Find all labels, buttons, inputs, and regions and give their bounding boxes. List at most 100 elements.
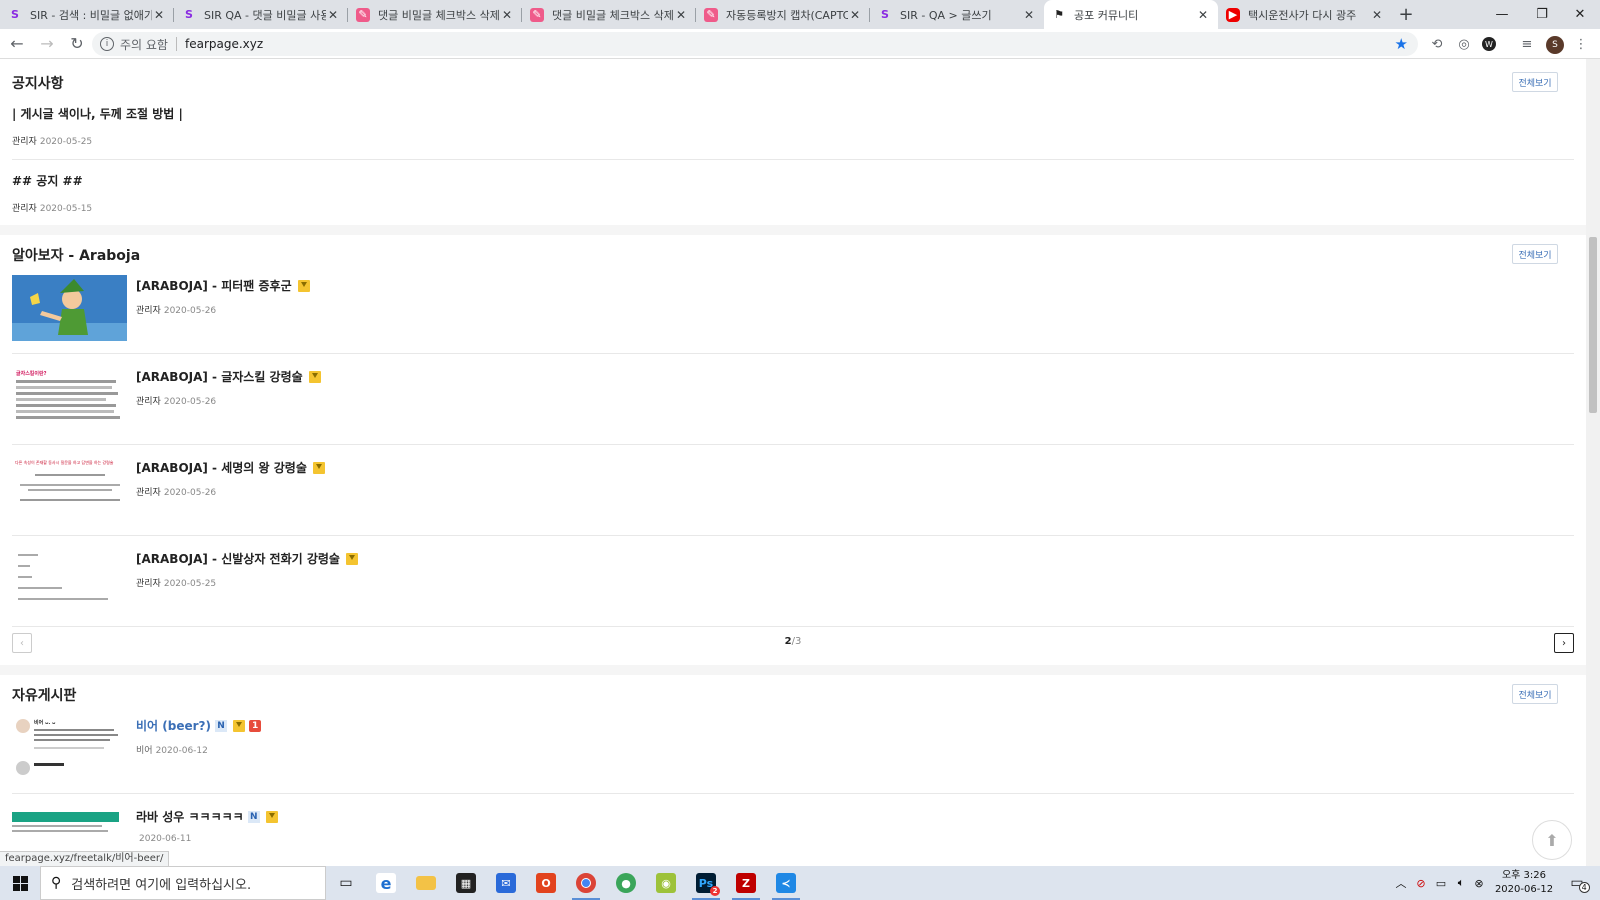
post-thumbnail[interactable]: 글자스킬이란?	[12, 366, 127, 432]
browser-tab[interactable]: S SIR - 검색 : 비밀글 없애기 ✕	[0, 0, 174, 29]
post-card[interactable]: [ARABOJA] - 신발상자 전화기 강령술 관리자 2020-05-25	[12, 548, 1574, 638]
close-icon[interactable]: ✕	[1022, 8, 1036, 22]
security-label[interactable]: 주의 요함	[120, 36, 168, 53]
post-card[interactable]: 비어 ᴗ. ᴗ 비어 (beer?) N 1 비어 2020-06-12	[12, 715, 1574, 805]
menu-dots-icon[interactable]: ⋮	[1572, 35, 1590, 53]
volume-icon[interactable]: 🔈︎	[1452, 866, 1470, 900]
scrollbar-thumb[interactable]	[1589, 237, 1597, 413]
file-explorer-icon[interactable]	[406, 866, 446, 900]
post-card[interactable]: 다른 속성이 존재할 동사시 질문을 하고 답변을 하는 강령술 [ARABOJ…	[12, 457, 1574, 547]
notice-item[interactable]: | 게시글 색이나, 두께 조절 방법 | 관리자 2020-05-25	[12, 105, 1574, 147]
post-title[interactable]: [ARABOJA] - 세명의 왕 강령술	[136, 459, 325, 476]
tab-label: SIR - 검색 : 비밀글 없애기	[30, 8, 152, 22]
notice-title[interactable]: ## 공지 ##	[12, 172, 1574, 189]
filezilla-icon[interactable]: Z	[726, 866, 766, 900]
scroll-to-top-button[interactable]: ⬆	[1532, 820, 1572, 860]
download-icon	[265, 810, 278, 823]
post-date: 2020-05-25	[39, 137, 93, 147]
bookmark-star-icon[interactable]: ★	[1395, 35, 1408, 53]
maps-icon[interactable]: ●	[606, 866, 646, 900]
ime-icon[interactable]: ⊗	[1470, 866, 1488, 900]
kakaotalk-icon[interactable]: ◉	[646, 866, 686, 900]
start-button[interactable]	[0, 866, 40, 900]
minimize-icon[interactable]: —	[1484, 0, 1520, 29]
network-warning-icon[interactable]: ⊘	[1412, 866, 1430, 900]
reload-icon[interactable]: ↻	[64, 31, 90, 57]
post-title[interactable]: [ARABOJA] - 피터팬 증후군	[136, 277, 310, 294]
browser-tab[interactable]: ✎ 댓글 비밀글 체크박스 삭제 ✕	[522, 0, 696, 29]
post-title[interactable]: 라바 성우 ㅋㅋㅋㅋㅋ N	[136, 808, 278, 825]
page-content: 공지사항 전체보기 | 게시글 색이나, 두께 조절 방법 | 관리자 2020-…	[0, 59, 1586, 866]
restore-icon[interactable]: ❐	[1524, 0, 1560, 29]
post-card[interactable]: 글자스킬이란? [ARABOJA] - 글자스킬 강령술 관리자 2020-05-…	[12, 366, 1574, 456]
post-card[interactable]: [ARABOJA] - 피터팬 증후군 관리자 2020-05-26	[12, 275, 1574, 365]
notification-center-icon[interactable]: ▭ 4	[1562, 866, 1592, 900]
new-tab-button[interactable]: +	[1392, 0, 1420, 29]
browser-tab[interactable]: S SIR QA - 댓글 비밀글 사용 ✕	[174, 0, 348, 29]
address-bar[interactable]: i 주의 요함 fearpage.xyz ★	[92, 32, 1418, 56]
browser-tab-active[interactable]: ⚑ 공포 커뮤니티 ✕	[1044, 0, 1218, 29]
status-url: fearpage.xyz/freetalk/비어-beer/	[0, 851, 170, 867]
photoshop-badge: 2	[710, 886, 720, 896]
close-icon[interactable]: ✕	[1196, 8, 1210, 22]
forward-icon[interactable]: →	[34, 31, 60, 57]
browser-tab[interactable]: ▶ 택시운전사가 다시 광주 ✕	[1218, 0, 1392, 29]
post-thumbnail[interactable]	[12, 275, 127, 341]
araboja-more-button[interactable]: 전체보기	[1512, 244, 1558, 264]
browser-tab[interactable]: ✎ 자동등록방지 캡차(CAPTCHA ✕	[696, 0, 870, 29]
download-icon	[297, 279, 310, 292]
page-scrollbar[interactable]	[1586, 59, 1600, 866]
post-title[interactable]: 비어 (beer?) N 1	[136, 717, 262, 734]
extension-w-icon[interactable]: W	[1482, 37, 1496, 51]
flag-icon: ⚑	[1054, 8, 1064, 21]
history-icon[interactable]: ⟲	[1428, 35, 1446, 53]
post-date: 2020-06-12	[155, 746, 208, 756]
post-thumbnail[interactable]: 다른 속성이 존재할 동사시 질문을 하고 답변을 하는 강령술	[12, 457, 127, 523]
vscode-icon[interactable]: ≺	[766, 866, 806, 900]
notice-more-button[interactable]: 전체보기	[1512, 72, 1558, 92]
close-icon[interactable]: ✕	[674, 8, 688, 22]
post-thumbnail[interactable]: 비어 ᴗ. ᴗ	[12, 715, 127, 781]
post-date: 2020-05-26	[163, 488, 217, 498]
pen-icon: ✎	[530, 7, 544, 22]
url-text[interactable]: fearpage.xyz	[185, 37, 263, 51]
media-list-icon[interactable]: ≡	[1518, 35, 1536, 53]
post-thumbnail[interactable]	[12, 548, 127, 614]
notice-item[interactable]: ## 공지 ## 관리자 2020-05-15	[12, 172, 1574, 214]
office-icon[interactable]: O	[526, 866, 566, 900]
chrome-icon[interactable]	[566, 866, 606, 900]
close-icon[interactable]: ✕	[152, 8, 166, 22]
post-title[interactable]: [ARABOJA] - 글자스킬 강령술	[136, 368, 321, 385]
freeboard-more-button[interactable]: 전체보기	[1512, 684, 1558, 704]
close-icon[interactable]: ✕	[326, 8, 340, 22]
task-view-icon[interactable]: ▭	[326, 866, 366, 900]
store-icon[interactable]: ▦	[446, 866, 486, 900]
notice-title[interactable]: | 게시글 색이나, 두께 조절 방법 |	[12, 105, 1574, 122]
photoshop-icon[interactable]: Ps 2	[686, 866, 726, 900]
profile-avatar[interactable]: S	[1546, 36, 1564, 54]
close-icon[interactable]: ✕	[1370, 8, 1384, 22]
thumbnail-text: 비어 ᴗ. ᴗ	[34, 720, 56, 726]
mail-icon[interactable]: ✉	[486, 866, 526, 900]
taskbar-clock[interactable]: 오후 3:26 2020-06-12	[1488, 869, 1560, 897]
window-close-icon[interactable]: ✕	[1562, 0, 1598, 29]
extension-icon[interactable]: ◎	[1455, 35, 1473, 53]
post-card[interactable]: 라바 성우 ㅋㅋㅋㅋㅋ N 2020-06-11	[12, 806, 1574, 866]
prev-page-button[interactable]: ‹	[12, 633, 32, 653]
next-page-button[interactable]: ›	[1554, 633, 1574, 653]
tray-chevron-icon[interactable]: ︿	[1392, 866, 1410, 900]
back-icon[interactable]: ←	[4, 31, 30, 57]
taskbar-search[interactable]: ⚲ 검색하려면 여기에 입력하십시오.	[40, 866, 326, 900]
browser-tab[interactable]: S SIR - QA > 글쓰기 ✕	[870, 0, 1044, 29]
download-icon	[308, 370, 321, 383]
thumbnail-text: 다른 속성이 존재할 동사시 질문을 하고 답변을 하는 강령술	[15, 460, 114, 465]
close-icon[interactable]: ✕	[848, 8, 862, 22]
close-icon[interactable]: ✕	[500, 8, 514, 22]
post-title[interactable]: [ARABOJA] - 신발상자 전화기 강령술	[136, 550, 358, 567]
browser-tab[interactable]: ✎ 댓글 비밀글 체크박스 삭제 ✕	[348, 0, 522, 29]
pen-icon: ✎	[356, 7, 370, 22]
network-icon[interactable]: ▭	[1432, 866, 1450, 900]
info-icon[interactable]: i	[100, 37, 114, 51]
search-placeholder: 검색하려면 여기에 입력하십시오.	[71, 877, 252, 893]
edge-icon[interactable]: e	[366, 866, 406, 900]
